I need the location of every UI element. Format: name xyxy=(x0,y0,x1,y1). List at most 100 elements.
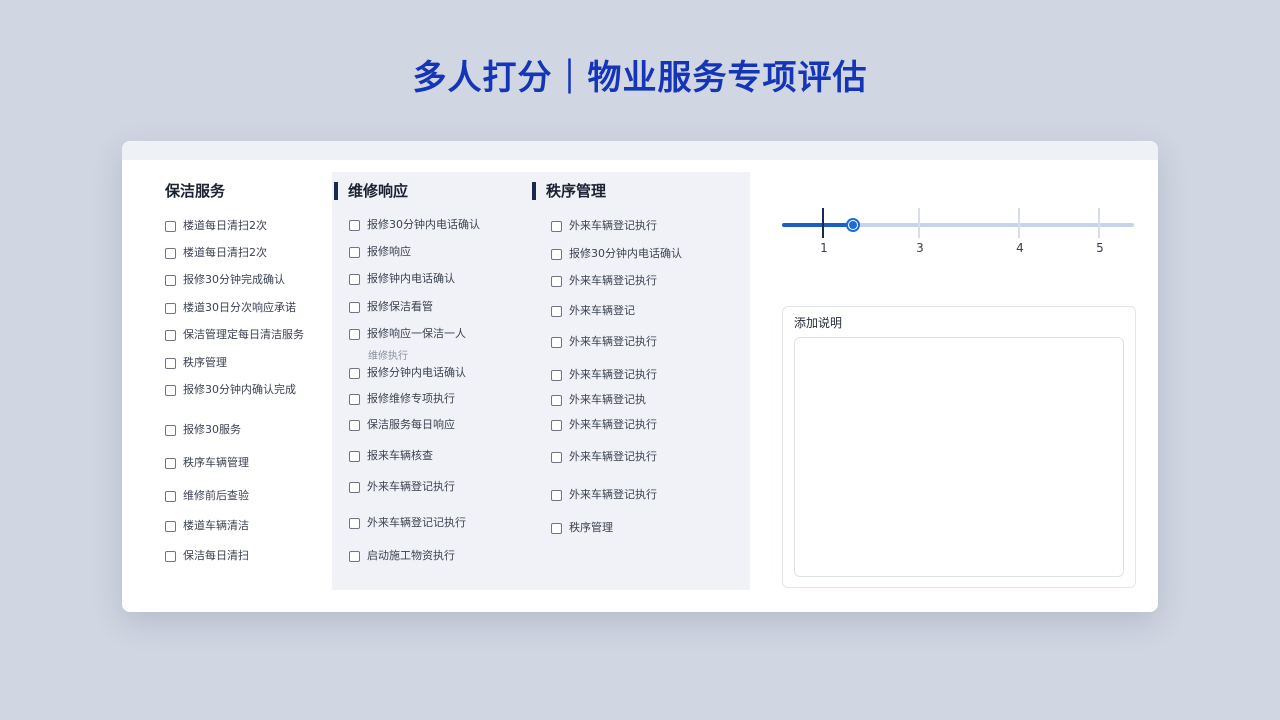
criteria-item[interactable]: 楼道每日清扫2次 xyxy=(165,219,267,233)
note-label: 添加说明 xyxy=(794,316,843,330)
checkbox[interactable] xyxy=(165,247,176,259)
checkbox[interactable] xyxy=(551,220,562,232)
checkbox[interactable] xyxy=(551,248,562,260)
criteria-item-label: 外来车辆登记执行 xyxy=(569,335,657,348)
criteria-item[interactable]: 秩序管理 xyxy=(551,521,613,535)
criteria-item[interactable]: 楼道30日分次响应承诺 xyxy=(165,301,296,315)
criteria-item[interactable]: 报修钟内电话确认 xyxy=(349,272,455,286)
checkbox[interactable] xyxy=(165,457,176,469)
criteria-item-label: 维修前后查验 xyxy=(183,489,249,502)
checkbox[interactable] xyxy=(551,369,562,381)
checkbox[interactable] xyxy=(349,450,360,462)
criteria-item[interactable]: 秩序车辆管理 xyxy=(165,456,249,470)
criteria-item[interactable]: 外来车辆登记记执行 xyxy=(349,516,466,530)
criteria-item[interactable]: 外来车辆登记执行 xyxy=(349,480,455,494)
checkbox[interactable] xyxy=(349,328,360,340)
page-title: 多人打分｜物业服务专项评估 xyxy=(412,58,868,98)
slider-tick-label: 5 xyxy=(1096,241,1104,255)
checkbox[interactable] xyxy=(551,305,562,317)
checkbox[interactable] xyxy=(349,219,360,231)
criteria-item-label: 报修响应一保洁一人 xyxy=(367,327,466,340)
criteria-item-label: 秩序管理 xyxy=(183,356,227,369)
criteria-item-label: 楼道30日分次响应承诺 xyxy=(183,301,296,314)
score-slider[interactable]: 1 3 4 5 xyxy=(782,203,1134,255)
criteria-item[interactable]: 外来车辆登记执行 xyxy=(551,219,657,233)
criteria-item[interactable]: 报修分钟内电话确认 xyxy=(349,366,466,380)
criteria-item[interactable]: 启动施工物资执行 xyxy=(349,549,455,563)
criteria-item-label: 报修维修专项执行 xyxy=(367,392,455,405)
checkbox[interactable] xyxy=(349,550,360,562)
checkbox[interactable] xyxy=(551,394,562,406)
criteria-item[interactable]: 保洁管理定每日清洁服务 xyxy=(165,328,304,342)
checkbox[interactable] xyxy=(349,367,360,379)
note-textarea[interactable] xyxy=(794,337,1124,577)
checkbox[interactable] xyxy=(349,517,360,529)
checkbox[interactable] xyxy=(349,481,360,493)
criteria-item-label: 秩序车辆管理 xyxy=(183,456,249,469)
criteria-item[interactable]: 维修前后查验 xyxy=(165,489,249,503)
criteria-item[interactable]: 报修30分钟内确认完成 xyxy=(165,383,296,397)
checkbox[interactable] xyxy=(165,384,176,396)
checkbox[interactable] xyxy=(165,274,176,286)
checkbox[interactable] xyxy=(349,419,360,431)
column-heading-cleaning: 保洁服务 xyxy=(165,182,226,200)
checkbox[interactable] xyxy=(165,357,176,369)
checkbox[interactable] xyxy=(165,550,176,562)
checkbox[interactable] xyxy=(165,302,176,314)
criteria-item-label: 外来车辆登记执行 xyxy=(569,450,657,463)
criteria-item-label: 外来车辆登记执行 xyxy=(569,219,657,232)
criteria-item[interactable]: 报修响应 xyxy=(349,245,411,259)
criteria-item[interactable]: 报来车辆核查 xyxy=(349,449,433,463)
criteria-item[interactable]: 外来车辆登记执行 xyxy=(551,418,657,432)
checkbox[interactable] xyxy=(551,336,562,348)
criteria-item[interactable]: 外来车辆登记执行 xyxy=(551,450,657,464)
slider-thumb[interactable] xyxy=(846,218,860,232)
criteria-item[interactable]: 秩序管理 xyxy=(165,356,227,370)
checkbox[interactable] xyxy=(165,329,176,341)
criteria-item[interactable]: 报修30分钟内电话确认 xyxy=(349,218,480,232)
criteria-item[interactable]: 外来车辆登记执 xyxy=(551,393,646,407)
criteria-item-label: 启动施工物资执行 xyxy=(367,549,455,562)
criteria-item[interactable]: 外来车辆登记执行 xyxy=(551,335,657,349)
checkbox[interactable] xyxy=(165,220,176,232)
criteria-item[interactable]: 报修30分钟内电话确认 xyxy=(551,247,682,261)
criteria-item-label: 秩序管理 xyxy=(569,521,613,534)
checkbox[interactable] xyxy=(551,419,562,431)
criteria-item[interactable]: 楼道车辆清洁 xyxy=(165,519,249,533)
card-top-bar xyxy=(122,141,1158,160)
checkbox[interactable] xyxy=(349,273,360,285)
checkbox[interactable] xyxy=(551,489,562,501)
criteria-item[interactable]: 报修响应一保洁一人 xyxy=(349,327,466,341)
criteria-item[interactable]: 报修保洁看管 xyxy=(349,300,433,314)
checkbox[interactable] xyxy=(551,451,562,463)
criteria-item-label: 报修保洁看管 xyxy=(367,300,433,313)
checkbox[interactable] xyxy=(349,246,360,258)
checkbox[interactable] xyxy=(551,522,562,534)
criteria-item[interactable]: 报修30分钟完成确认 xyxy=(165,273,285,287)
criteria-item-label: 外来车辆登记执行 xyxy=(569,368,657,381)
slider-tick xyxy=(1018,208,1020,238)
criteria-item[interactable]: 外来车辆登记执行 xyxy=(551,368,657,382)
criteria-item[interactable]: 外来车辆登记 xyxy=(551,304,635,318)
criteria-item[interactable]: 外来车辆登记执行 xyxy=(551,488,657,502)
slider-tick xyxy=(918,208,920,238)
checkbox[interactable] xyxy=(165,520,176,532)
criteria-item-label: 外来车辆登记执行 xyxy=(367,480,455,493)
checkbox[interactable] xyxy=(165,490,176,502)
criteria-item[interactable]: 保洁服务每日响应 xyxy=(349,418,455,432)
checkbox[interactable] xyxy=(349,393,360,405)
checkbox[interactable] xyxy=(165,424,176,436)
criteria-item[interactable]: 楼道每日清扫2次 xyxy=(165,246,267,260)
slider-tick-label: 4 xyxy=(1016,241,1024,255)
criteria-item-label: 报修响应 xyxy=(367,245,411,258)
criteria-item-label: 报修30分钟内电话确认 xyxy=(569,247,682,260)
criteria-item-label: 外来车辆登记执行 xyxy=(569,418,657,431)
criteria-item[interactable]: 报修维修专项执行 xyxy=(349,392,455,406)
checkbox[interactable] xyxy=(551,275,562,287)
criteria-item-label: 楼道每日清扫2次 xyxy=(183,219,267,232)
criteria-item[interactable]: 外来车辆登记执行 xyxy=(551,274,657,288)
criteria-item[interactable]: 报修30服务 xyxy=(165,423,241,437)
checkbox[interactable] xyxy=(349,301,360,313)
criteria-item[interactable]: 保洁每日清扫 xyxy=(165,549,249,563)
slider-tick-label: 1 xyxy=(820,241,828,255)
